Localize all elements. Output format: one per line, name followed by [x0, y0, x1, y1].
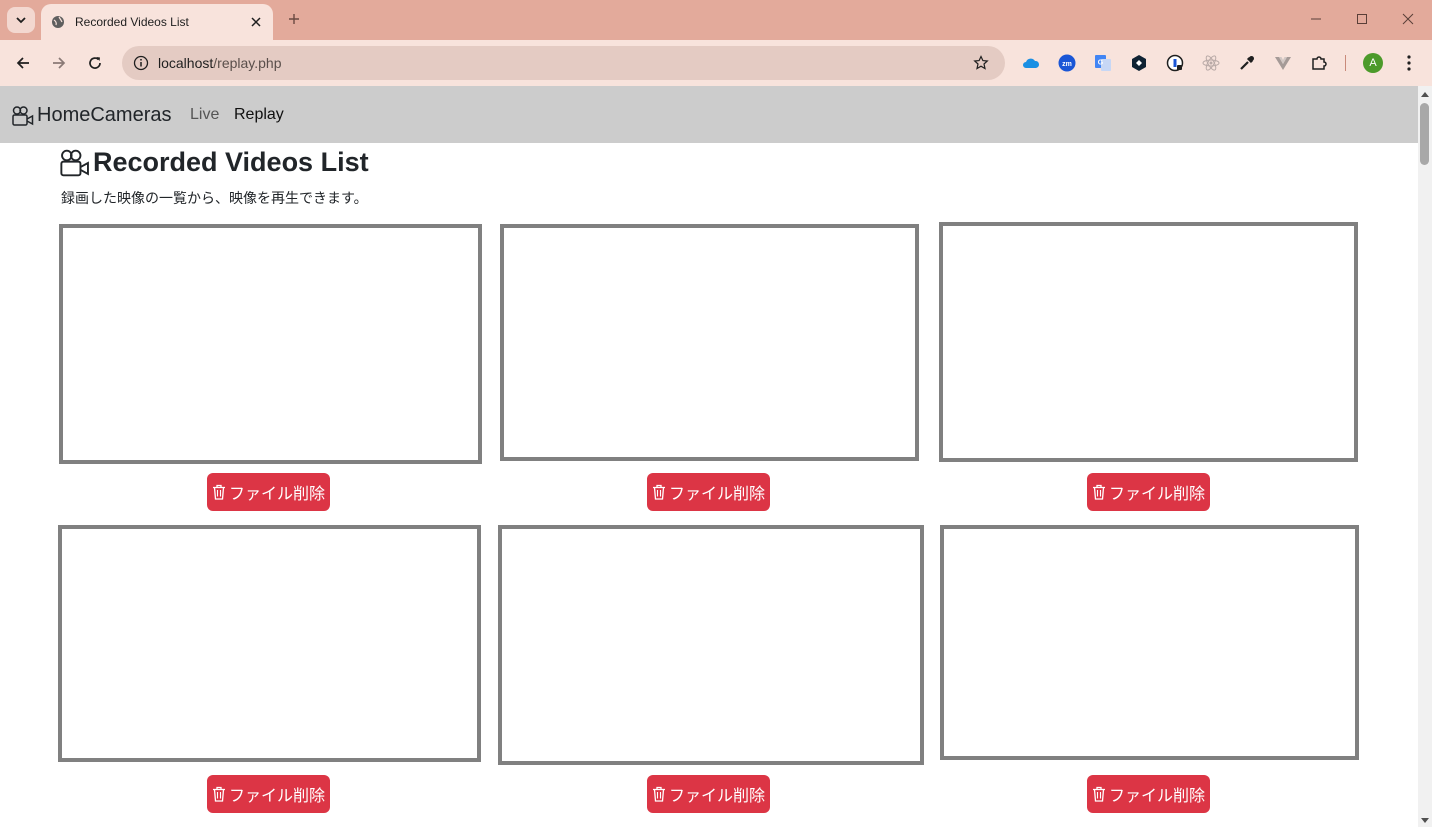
delete-file-button[interactable]: ファイル削除 [207, 775, 330, 813]
site-navbar: HomeCameras Live Replay [0, 86, 1418, 143]
info-icon [133, 55, 149, 71]
page-title-text: Recorded Videos List [93, 147, 369, 177]
url-text: localhost/replay.php [158, 55, 282, 71]
nav-link-live[interactable]: Live [190, 106, 219, 124]
arrow-left-icon [16, 57, 29, 69]
svg-text:G: G [1098, 60, 1104, 67]
minimize-icon [1311, 18, 1321, 20]
vue-icon[interactable] [1273, 53, 1293, 73]
delete-file-button[interactable]: ファイル削除 [647, 775, 770, 813]
trash-icon [212, 786, 225, 802]
url-host: localhost [158, 55, 214, 71]
cloud-icon[interactable] [1021, 53, 1041, 73]
puzzle-icon[interactable] [1309, 53, 1329, 73]
scrollbar-thumb[interactable] [1420, 103, 1429, 165]
delete-file-label: ファイル削除 [228, 788, 325, 805]
forward-button[interactable] [45, 49, 73, 77]
video-player[interactable] [498, 525, 924, 765]
site-info-button[interactable] [130, 52, 152, 74]
url-path: /replay.php [213, 55, 282, 71]
address-bar[interactable]: localhost/replay.php [122, 46, 1005, 80]
delete-file-button[interactable]: ファイル削除 [647, 473, 770, 511]
back-button[interactable] [9, 49, 37, 77]
trash-icon [212, 484, 225, 500]
reload-button[interactable] [81, 49, 109, 77]
video-player[interactable] [59, 224, 482, 464]
profile-avatar[interactable]: A [1363, 53, 1383, 73]
trash-icon [1092, 484, 1105, 500]
tab-active[interactable]: Recorded Videos List [41, 4, 273, 40]
scroll-up-arrow-icon[interactable] [1421, 92, 1429, 97]
delete-file-label: ファイル削除 [228, 486, 325, 503]
camera-reels-icon [12, 105, 34, 126]
camera-reels-icon [60, 149, 89, 176]
reload-icon [89, 57, 101, 69]
delete-file-label: ファイル削除 [668, 486, 765, 503]
video-player[interactable] [58, 525, 481, 762]
video-player[interactable] [940, 525, 1359, 760]
maximize-button[interactable] [1347, 6, 1377, 32]
browser-toolbar: localhost/replay.php zm G A [0, 40, 1432, 86]
delete-file-label: ファイル削除 [1108, 788, 1205, 805]
toolbar-separator [1345, 55, 1346, 71]
close-icon [1402, 13, 1414, 25]
translate-icon[interactable]: G [1093, 53, 1113, 73]
trash-icon [652, 484, 665, 500]
browser-titlebar: Recorded Videos List [0, 0, 1432, 40]
nav-link-replay[interactable]: Replay [234, 106, 284, 124]
globe-icon [52, 16, 64, 28]
video-player[interactable] [939, 222, 1358, 462]
page-title: Recorded Videos List [60, 147, 369, 178]
eyedropper-icon[interactable] [1237, 53, 1257, 73]
star-icon [973, 55, 989, 70]
close-window-button[interactable] [1393, 6, 1423, 32]
video-player[interactable] [500, 224, 919, 461]
maximize-icon [1357, 14, 1367, 24]
trash-icon [1092, 786, 1105, 802]
close-icon [251, 17, 261, 27]
page-scrollbar[interactable] [1418, 86, 1432, 827]
delete-file-label: ファイル削除 [668, 788, 765, 805]
hexagon-icon[interactable] [1129, 53, 1149, 73]
minimize-button[interactable] [1301, 6, 1331, 32]
delete-file-button[interactable]: ファイル削除 [1087, 775, 1210, 813]
delete-file-button[interactable]: ファイル削除 [1087, 473, 1210, 511]
profile-initial: A [1369, 57, 1377, 69]
page-viewport: HomeCameras Live Replay Recorded Videos … [0, 86, 1418, 827]
password-icon[interactable] [1165, 53, 1185, 73]
delete-file-button[interactable]: ファイル削除 [207, 473, 330, 511]
brand-label: HomeCameras [37, 104, 172, 126]
navbar-brand[interactable]: HomeCameras [12, 104, 171, 127]
svg-text:zm: zm [1062, 61, 1072, 68]
arrow-right-icon [53, 57, 66, 69]
tab-search-button[interactable] [7, 7, 35, 33]
react-icon[interactable] [1201, 53, 1221, 73]
zm-icon[interactable]: zm [1057, 53, 1077, 73]
tab-close-button[interactable] [247, 13, 265, 31]
tab-title: Recorded Videos List [75, 15, 189, 29]
scroll-down-arrow-icon[interactable] [1421, 818, 1429, 823]
more-vert-icon [1407, 55, 1411, 71]
delete-file-label: ファイル削除 [1108, 486, 1205, 503]
new-tab-button[interactable] [283, 8, 305, 30]
page-subtitle: 録画した映像の一覧から、映像を再生できます。 [61, 190, 368, 206]
chevron-down-icon [16, 17, 26, 24]
trash-icon [652, 786, 665, 802]
bookmark-button[interactable] [971, 53, 991, 73]
more-menu-button[interactable] [1399, 53, 1419, 73]
plus-icon [289, 14, 299, 24]
